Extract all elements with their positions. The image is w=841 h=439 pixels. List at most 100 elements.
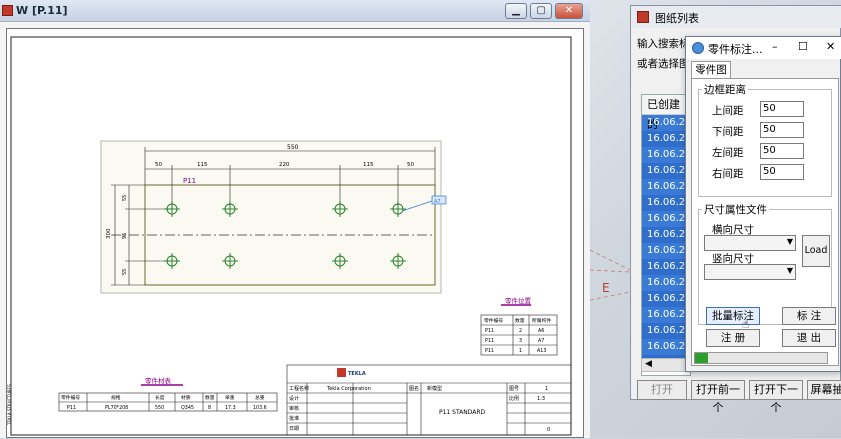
- dialog-title: 零件标注...: [708, 43, 763, 56]
- minimize-button[interactable]: ▁: [505, 3, 527, 19]
- list-rows: 16.06.2... 16.06.2... 16.06.2... 16.06.2...…: [642, 115, 690, 371]
- list-item[interactable]: 16.06.2...: [642, 115, 690, 131]
- title-block-text: TEKLA 工程名称 Tekla Corporation 图名 新模型 设计 审…: [289, 371, 550, 433]
- top-margin-label: 上间距: [712, 105, 744, 117]
- left-margin-label: 左间距: [712, 147, 744, 159]
- batch-annotate-button[interactable]: 批量标注: [706, 307, 760, 325]
- list-item[interactable]: 16.06.2...: [642, 259, 690, 275]
- svg-text:图名: 图名: [409, 385, 419, 392]
- annotate-button[interactable]: 标 注: [782, 307, 836, 325]
- cursor-icon: ☝: [742, 317, 750, 331]
- list-window-title: 图纸列表: [655, 12, 699, 25]
- svg-text:总重: 总重: [255, 394, 265, 401]
- side-text: TEKLA STRUCTURES: [7, 384, 12, 426]
- right-margin-label: 右间距: [712, 168, 744, 180]
- maximize-button[interactable]: ▢: [530, 3, 552, 19]
- balloon-text: A7: [434, 199, 441, 205]
- dialog-minimize-button[interactable]: –: [772, 40, 778, 53]
- list-item[interactable]: 16.06.2...: [642, 291, 690, 307]
- svg-text:1: 1: [545, 386, 548, 392]
- svg-text:Q345: Q345: [181, 405, 194, 411]
- dialog-close-button[interactable]: ✕: [826, 40, 835, 53]
- dim-overall-text: 550: [287, 144, 299, 151]
- margin-group-title: 边框距离: [702, 82, 748, 97]
- drawing-window-titlebar: W [P.11] ▁ ▢ ✕: [0, 0, 590, 22]
- progress-fill: [695, 353, 709, 363]
- tab-part-drawing[interactable]: 零件图: [691, 61, 731, 79]
- svg-text:17.3: 17.3: [225, 405, 236, 411]
- drawing-window: W [P.11] ▁ ▢ ✕ 550 50 115 220 115 50 300…: [0, 0, 590, 438]
- parts-table-text: 零件编号 数量 所属构件 P11 2 A6 P11 3 A7 P11 1 A13: [484, 317, 551, 354]
- dialog-titlebar: 零件标注... – ☐ ✕: [686, 37, 841, 59]
- svg-text:比例: 比例: [509, 395, 519, 402]
- svg-text:A6: A6: [538, 328, 544, 334]
- open-button[interactable]: 打开: [637, 380, 687, 400]
- svg-text:PL70*208: PL70*208: [105, 405, 128, 411]
- part-dimension-dialog: 零件标注... – ☐ ✕ 零件图 边框距离 上间距 50 下间距 50 左间距…: [685, 36, 841, 372]
- load-button[interactable]: Load: [802, 235, 830, 267]
- bom-text: 零件编号 规格 长度 材质 数量 单重 总重 P11 PL70*208 550 …: [61, 394, 267, 411]
- svg-text:A7: A7: [538, 338, 544, 344]
- vertical-dim-select[interactable]: ▼: [704, 264, 796, 280]
- exit-button[interactable]: 退 出: [782, 329, 836, 347]
- svg-text:P11: P11: [67, 405, 76, 411]
- svg-text:0: 0: [547, 427, 550, 433]
- list-column-header[interactable]: 已创建的: [642, 95, 690, 131]
- list-item[interactable]: 16.06.2...: [642, 163, 690, 179]
- svg-text:Tekla Corporation: Tekla Corporation: [326, 386, 371, 392]
- svg-text:审核: 审核: [289, 405, 299, 412]
- bottom-margin-input[interactable]: 50: [760, 122, 804, 138]
- list-app-icon: [637, 11, 649, 23]
- dim-top-4: 115: [363, 162, 374, 168]
- dim-left-3: 55: [122, 269, 128, 275]
- svg-text:A13: A13: [537, 348, 546, 354]
- bom-grid: [58, 392, 278, 412]
- right-margin-input[interactable]: 50: [760, 164, 804, 180]
- svg-text:图号: 图号: [509, 386, 519, 392]
- drawing-list-table[interactable]: 已创建的 16.06.2...16.06.2...16.06.2...16.06…: [641, 94, 691, 376]
- bom-title: 零件材表: [145, 376, 172, 385]
- list-item[interactable]: 16.06.2...: [642, 339, 690, 355]
- list-item[interactable]: 16.06.2...: [642, 179, 690, 195]
- list-item[interactable]: 16.06.2...: [642, 307, 690, 323]
- progress-bar: [694, 352, 828, 364]
- close-button[interactable]: ✕: [555, 3, 583, 19]
- svg-text:P11 STANDARD: P11 STANDARD: [439, 409, 486, 416]
- list-window-titlebar: 图纸列表: [631, 6, 841, 28]
- list-item[interactable]: 16.06.2...: [642, 147, 690, 163]
- top-margin-input[interactable]: 50: [760, 101, 804, 117]
- svg-text:数量: 数量: [205, 394, 215, 401]
- svg-text:1:3: 1:3: [537, 396, 545, 402]
- part-label: P11: [183, 177, 196, 185]
- scroll-left-icon[interactable]: ◀: [645, 359, 652, 369]
- svg-text:3: 3: [519, 338, 522, 344]
- svg-text:2: 2: [519, 328, 522, 334]
- dim-top-1: 50: [155, 162, 162, 168]
- list-item[interactable]: 16.06.2...: [642, 323, 690, 339]
- dim-left-2: 95: [122, 233, 128, 239]
- chevron-down-icon: ▼: [786, 237, 793, 246]
- list-hscrollbar[interactable]: ◀: [641, 358, 691, 372]
- tekla-logo-icon: [337, 368, 346, 377]
- list-item[interactable]: 16.06.2...: [642, 131, 690, 147]
- drawing-sheet: 550 50 115 220 115 50 300 55 95 55 P11 A…: [6, 28, 584, 438]
- list-item[interactable]: 16.06.2...: [642, 195, 690, 211]
- drawing-canvas: 550 50 115 220 115 50 300 55 95 55 P11 A…: [7, 36, 572, 436]
- dialog-maximize-button[interactable]: ☐: [798, 40, 808, 53]
- list-item[interactable]: 16.06.2...: [642, 275, 690, 291]
- parts-table-title: 零件位置: [505, 296, 532, 305]
- list-item[interactable]: 16.06.2...: [642, 243, 690, 259]
- svg-text:所属构件: 所属构件: [532, 317, 551, 324]
- register-button[interactable]: 注 册: [706, 329, 760, 347]
- app-icon: [2, 5, 13, 16]
- open-prev-button[interactable]: 打开前一个: [691, 380, 745, 414]
- search-label: 输入搜索标: [637, 38, 690, 50]
- svg-text:日期: 日期: [289, 426, 299, 432]
- open-next-button[interactable]: 打开下一个: [749, 380, 803, 414]
- list-item[interactable]: 16.06.2...: [642, 227, 690, 243]
- horizontal-dim-select[interactable]: ▼: [704, 235, 796, 251]
- svg-text:批准: 批准: [289, 415, 299, 422]
- list-item[interactable]: 16.06.2...: [642, 211, 690, 227]
- screen-capture-button[interactable]: 屏幕抽: [807, 380, 841, 400]
- left-margin-input[interactable]: 50: [760, 143, 804, 159]
